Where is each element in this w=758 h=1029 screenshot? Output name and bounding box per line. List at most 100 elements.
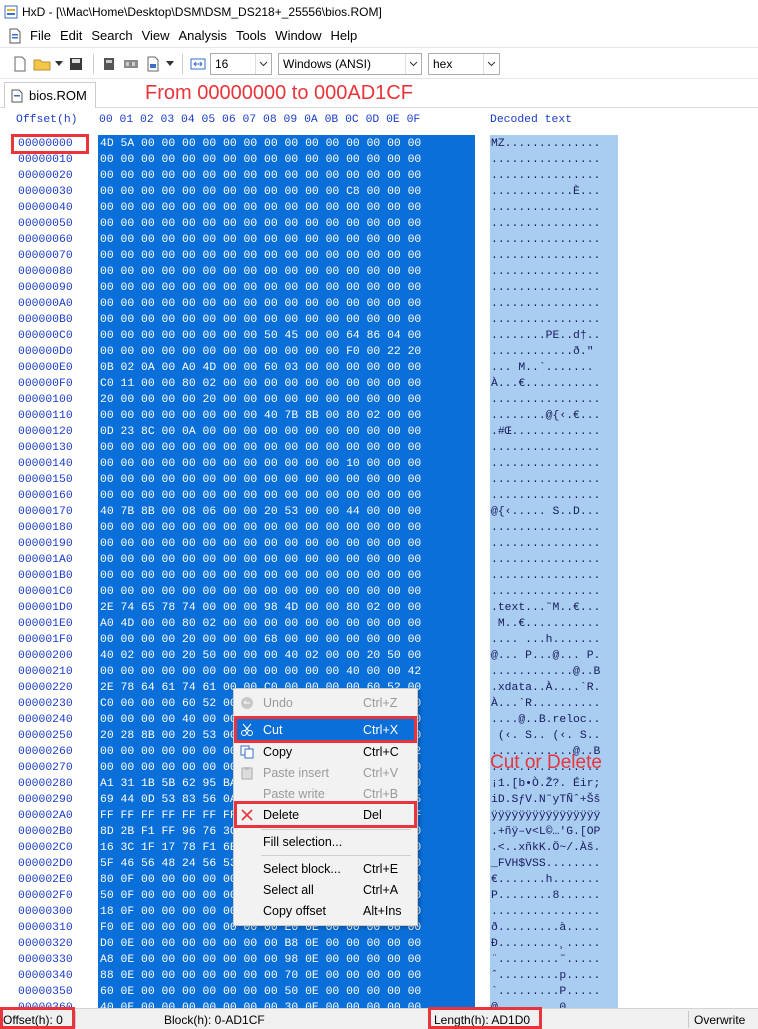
decoded-text-row[interactable]: ............ð." <box>491 344 600 360</box>
decoded-text-row[interactable]: ................ <box>491 296 600 312</box>
hex-row[interactable]: 2E 74 65 78 74 00 00 00 98 4D 00 00 80 0… <box>100 600 421 616</box>
bytes-per-row-select[interactable]: 16 <box>210 52 272 75</box>
hex-row[interactable]: 0B 02 0A 00 A0 4D 00 00 60 03 00 00 00 0… <box>100 360 421 376</box>
decoded-text-row[interactable]: .... ...h....... <box>491 632 600 648</box>
hex-row[interactable]: A8 0E 00 00 00 00 00 00 00 98 0E 00 00 0… <box>100 952 421 968</box>
hex-row[interactable]: 0D 23 8C 00 0A 00 00 00 00 00 00 00 00 0… <box>100 424 421 440</box>
hex-row[interactable]: 00 00 00 00 00 00 00 00 00 00 00 00 00 0… <box>100 264 421 280</box>
decoded-text-row[interactable]: MZ.............. <box>491 136 600 152</box>
display-mode-select[interactable]: hex <box>428 52 500 75</box>
decoded-text-row[interactable]: ................ <box>491 200 600 216</box>
hex-row[interactable]: 4D 5A 00 00 00 00 00 00 00 00 00 00 00 0… <box>100 136 421 152</box>
decoded-text-row[interactable]: ................ <box>491 280 600 296</box>
open-dropdown-button[interactable] <box>54 54 64 74</box>
decoded-text-row[interactable]: P........8...... <box>491 888 600 904</box>
menu-edit[interactable]: Edit <box>60 28 82 43</box>
decoded-text-row[interactable]: ....@..B.reloc.. <box>491 712 600 728</box>
decoded-text-row[interactable]: ................ <box>491 312 600 328</box>
decoded-text-row[interactable]: ................ <box>491 216 600 232</box>
hex-row[interactable]: 00 00 00 00 00 00 00 00 00 00 00 00 40 0… <box>100 664 421 680</box>
hex-row[interactable]: 00 00 00 00 00 00 00 00 00 00 00 00 00 0… <box>100 248 421 264</box>
hex-row[interactable]: 40 02 00 00 20 50 00 00 00 40 02 00 00 2… <box>100 648 421 664</box>
menu-window[interactable]: Window <box>275 28 321 43</box>
menu-item-select-all[interactable]: Select all Ctrl+A <box>236 879 415 900</box>
ram-button[interactable] <box>121 54 141 74</box>
menu-item-copy-offset[interactable]: Copy offset Alt+Ins <box>236 900 415 921</box>
menu-file[interactable]: File <box>30 28 51 43</box>
hex-row[interactable]: 00 00 00 00 00 00 00 00 00 00 00 00 00 0… <box>100 472 421 488</box>
decoded-text-row[interactable]: Ð.........¸..... <box>491 936 600 952</box>
hex-row[interactable]: 00 00 00 00 00 00 00 00 40 7B 8B 00 80 0… <box>100 408 421 424</box>
decoded-text-row[interactable]: ................ <box>491 472 600 488</box>
hex-row[interactable]: 00 00 00 00 00 00 00 00 00 00 00 00 00 0… <box>100 552 421 568</box>
decoded-text-row[interactable]: @{‹..... S..D... <box>491 504 600 520</box>
decoded-text-row[interactable]: .<..xñkK.Ö~/.Àš. <box>491 840 600 856</box>
hex-row[interactable]: 00 00 00 00 00 00 00 00 00 00 00 00 10 0… <box>100 456 421 472</box>
decoded-text-row[interactable]: ................ <box>491 584 600 600</box>
hex-row[interactable]: 60 0E 00 00 00 00 00 00 00 50 0E 00 00 0… <box>100 984 421 1000</box>
decoded-text-row[interactable]: ................ <box>491 488 600 504</box>
decoded-text-row[interactable]: ........PE..d†.. <box>491 328 600 344</box>
decoded-text-row[interactable]: ˆ.........p..... <box>491 968 600 984</box>
decoded-text-row[interactable]: ................ <box>491 568 600 584</box>
hex-row[interactable]: 00 00 00 00 00 00 00 00 00 00 00 00 00 0… <box>100 440 421 456</box>
decoded-text-row[interactable]: @... P...@... P. <box>491 648 600 664</box>
decoded-text-row[interactable]: (‹. S.. (‹. S.. <box>491 728 601 744</box>
hex-row[interactable]: 00 00 00 00 00 00 00 00 00 00 00 00 00 0… <box>100 168 421 184</box>
menu-tools[interactable]: Tools <box>236 28 266 43</box>
decoded-text-row[interactable]: ÿÿÿÿÿÿÿÿÿÿÿÿÿÿÿÿ <box>491 808 600 824</box>
menu-item-copy[interactable]: Copy Ctrl+C <box>236 741 415 762</box>
decoded-text-row[interactable]: .xdata..À....`R. <box>491 680 600 696</box>
hex-row[interactable]: 00 00 00 00 00 00 00 00 00 00 00 00 00 0… <box>100 488 421 504</box>
hex-row[interactable]: 00 00 00 00 00 00 00 00 00 00 00 00 00 0… <box>100 584 421 600</box>
new-file-button[interactable] <box>10 54 30 74</box>
hex-row[interactable]: 00 00 00 00 00 00 00 00 00 00 00 00 00 0… <box>100 568 421 584</box>
decoded-text-column[interactable]: MZ......................................… <box>491 136 600 1008</box>
decoded-text-row[interactable]: ............@..B <box>491 664 600 680</box>
decoded-text-row[interactable]: .#Œ............. <box>491 424 600 440</box>
decoded-text-row[interactable]: €.......h....... <box>491 872 600 888</box>
hex-row[interactable]: D0 0E 00 00 00 00 00 00 00 B8 0E 00 00 0… <box>100 936 421 952</box>
decoded-text-row[interactable]: ................ <box>491 392 600 408</box>
hex-row[interactable]: 00 00 00 00 00 00 00 00 00 00 00 00 00 0… <box>100 152 421 168</box>
decoded-text-row[interactable]: `.........P..... <box>491 984 600 1000</box>
hex-row[interactable]: 40 7B 8B 00 08 06 00 00 20 53 00 00 44 0… <box>100 504 421 520</box>
hex-row[interactable]: 00 00 00 00 00 00 00 00 00 00 00 00 00 0… <box>100 232 421 248</box>
decoded-text-row[interactable]: .+ñÿ–v<L©…'G.[OP <box>491 824 600 840</box>
menu-item-fill-selection[interactable]: Fill selection... <box>236 831 415 852</box>
export-dropdown-button[interactable] <box>165 54 175 74</box>
hex-row[interactable]: 40 0E 00 00 00 00 00 00 00 30 0E 00 00 0… <box>100 1000 421 1008</box>
decoded-text-row[interactable]: ... M..`....... <box>491 360 600 376</box>
decoded-text-row[interactable]: À...€........... <box>491 376 600 392</box>
decoded-text-row[interactable]: ............È... <box>491 184 600 200</box>
save-button[interactable] <box>66 54 86 74</box>
decoded-text-row[interactable]: ................ <box>491 904 600 920</box>
menu-help[interactable]: Help <box>331 28 358 43</box>
hex-row[interactable]: 00 00 00 00 00 00 00 00 00 00 00 00 00 0… <box>100 296 421 312</box>
hex-row[interactable]: C0 11 00 00 80 02 00 00 00 00 00 00 00 0… <box>100 376 421 392</box>
hex-row[interactable]: 00 00 00 00 00 00 00 00 00 00 00 00 00 0… <box>100 216 421 232</box>
decoded-text-row[interactable]: M..€........... <box>491 616 601 632</box>
decoded-text-row[interactable]: ................ <box>491 456 600 472</box>
decoded-text-row[interactable]: ................ <box>491 248 600 264</box>
decoded-text-row[interactable]: ð.........à..... <box>491 920 600 936</box>
hex-row[interactable]: 00 00 00 00 00 00 00 00 00 00 00 00 00 0… <box>100 280 421 296</box>
hex-row[interactable]: 00 00 00 00 00 00 00 00 00 00 00 00 00 0… <box>100 312 421 328</box>
decoded-text-row[interactable]: ................ <box>491 536 600 552</box>
decoded-text-row[interactable]: ................ <box>491 152 600 168</box>
hex-row[interactable]: A0 4D 00 00 80 02 00 00 00 00 00 00 00 0… <box>100 616 421 632</box>
open-file-button[interactable] <box>32 54 52 74</box>
hex-row[interactable]: 00 00 00 00 00 00 00 00 00 00 00 00 00 0… <box>100 200 421 216</box>
charset-select[interactable]: Windows (ANSI) <box>278 52 422 75</box>
hex-row[interactable]: 88 0E 00 00 00 00 00 00 00 70 0E 00 00 0… <box>100 968 421 984</box>
disk-button[interactable] <box>99 54 119 74</box>
hex-row[interactable]: 00 00 00 00 00 00 00 00 00 00 00 00 F0 0… <box>100 344 421 360</box>
hex-row[interactable]: 00 00 00 00 00 00 00 00 00 00 00 00 00 0… <box>100 536 421 552</box>
decoded-text-row[interactable]: ................ <box>491 232 600 248</box>
decoded-text-row[interactable]: .text...˜M..€... <box>491 600 600 616</box>
menu-item-paste-insert[interactable]: Paste insert Ctrl+V <box>236 762 415 783</box>
hex-row[interactable]: 00 00 00 00 00 00 00 00 00 00 00 00 00 0… <box>100 520 421 536</box>
menu-analysis[interactable]: Analysis <box>179 28 227 43</box>
decoded-text-row[interactable]: _FVH$VSS........ <box>491 856 600 872</box>
decoded-text-row[interactable]: iD.SƒV.N˜yTÑˆ+Šš <box>491 792 600 808</box>
